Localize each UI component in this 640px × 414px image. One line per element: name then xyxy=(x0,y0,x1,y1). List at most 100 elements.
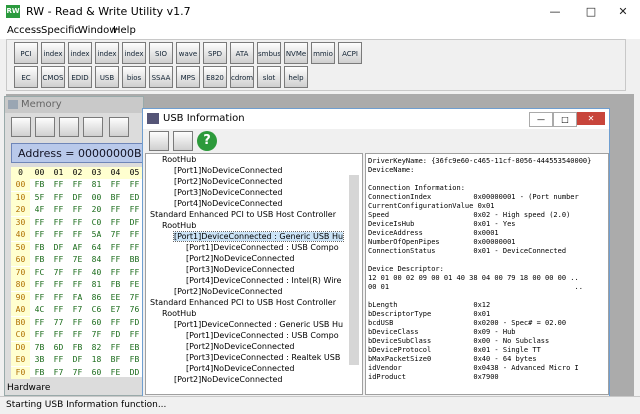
hex-cell[interactable]: 20 xyxy=(87,204,106,216)
tool-row1-11-icon[interactable]: mmio xyxy=(311,42,335,64)
tree-node[interactable]: [Port2]NoDeviceConnected xyxy=(146,374,362,385)
hex-cell[interactable]: AF xyxy=(68,242,87,254)
usb-device-tree[interactable]: RootHub [Port1]NoDeviceConnected [Port2]No… xyxy=(145,153,363,395)
hex-cell[interactable]: FF xyxy=(30,317,49,329)
hex-cell[interactable]: 7E xyxy=(68,254,87,266)
tool-row1-8-icon[interactable]: ATA xyxy=(230,42,254,64)
tool-row1-2-icon[interactable]: index xyxy=(68,42,92,64)
hex-cell[interactable]: 40 xyxy=(87,267,106,279)
usb-close-button[interactable]: ✕ xyxy=(577,112,605,125)
tree-node[interactable]: [Port2]NoDeviceConnected xyxy=(146,253,362,264)
hex-cell[interactable]: 4C xyxy=(30,304,49,316)
tool-row1-4-icon[interactable]: index xyxy=(122,42,146,64)
maximize-button[interactable]: □ xyxy=(574,0,608,23)
hex-cell[interactable]: 7F xyxy=(106,229,125,241)
tool-row2-3-icon[interactable]: USB xyxy=(95,66,119,88)
hex-cell[interactable]: FB xyxy=(68,342,87,354)
memory-tool-binoculars-icon[interactable] xyxy=(109,117,129,137)
tree-node[interactable]: [Port1]DeviceConnected : USB Compo xyxy=(146,242,362,253)
hex-cell[interactable]: 60 xyxy=(87,367,106,379)
tree-node[interactable]: RootHub xyxy=(146,308,362,319)
tree-node[interactable]: [Port1]DeviceConnected : Generic USB Hu xyxy=(146,319,362,330)
hex-cell[interactable]: 18 xyxy=(87,354,106,366)
hex-cell[interactable]: FF xyxy=(49,279,68,291)
hex-cell[interactable]: 7B xyxy=(30,342,49,354)
hex-cell[interactable]: 7F xyxy=(68,367,87,379)
hex-cell[interactable]: E7 xyxy=(106,304,125,316)
hex-cell[interactable]: FB xyxy=(106,279,125,291)
tool-row2-8-icon[interactable]: cdrom xyxy=(230,66,254,88)
tool-row2-0-icon[interactable]: EC xyxy=(14,66,38,88)
menu-window[interactable]: Window xyxy=(78,25,117,36)
tool-row2-7-icon[interactable]: E820 xyxy=(203,66,227,88)
tree-node[interactable]: RootHub xyxy=(146,154,362,165)
hex-cell[interactable]: F7 xyxy=(49,367,68,379)
hex-cell[interactable]: FF xyxy=(30,329,49,341)
hex-cell[interactable]: EE xyxy=(106,292,125,304)
usb-maximize-button[interactable]: □ xyxy=(553,112,577,127)
hex-cell[interactable]: FF xyxy=(30,292,49,304)
hex-cell[interactable]: FF xyxy=(49,292,68,304)
hex-cell[interactable]: FF xyxy=(106,242,125,254)
close-button[interactable]: ✕ xyxy=(606,0,640,23)
tool-row1-12-icon[interactable]: ACPI xyxy=(338,42,362,64)
hex-cell[interactable]: FE xyxy=(106,367,125,379)
address-field[interactable]: Address = 00000000BF5 xyxy=(11,143,143,163)
tree-node[interactable]: [Port3]DeviceConnected : Realtek USB xyxy=(146,352,362,363)
hex-cell[interactable]: DF xyxy=(68,192,87,204)
tool-row2-5-icon[interactable]: SSAA xyxy=(149,66,173,88)
tree-node[interactable]: [Port2]NoDeviceConnected xyxy=(146,286,362,297)
hex-cell[interactable]: 3B xyxy=(30,354,49,366)
hex-cell[interactable]: FF xyxy=(106,317,125,329)
hex-cell[interactable]: 81 xyxy=(87,279,106,291)
hex-cell[interactable]: FF xyxy=(68,279,87,291)
tree-node[interactable]: [Port2]NoDeviceConnected xyxy=(146,176,362,187)
tree-node[interactable]: RootHub xyxy=(146,220,362,231)
hex-cell[interactable]: FF xyxy=(106,342,125,354)
tree-node[interactable]: Standard Enhanced PCI to USB Host Contro… xyxy=(146,297,362,308)
hex-cell[interactable]: FF xyxy=(106,217,125,229)
usb-tool-save-icon[interactable] xyxy=(173,131,193,151)
tool-row1-10-icon[interactable]: NVMe xyxy=(284,42,308,64)
menu-help[interactable]: Help xyxy=(113,25,136,36)
tree-node[interactable]: [Port4]NoDeviceConnected xyxy=(146,363,362,374)
hex-cell[interactable]: FF xyxy=(49,179,68,191)
hex-cell[interactable]: 5F xyxy=(30,192,49,204)
hex-cell[interactable]: FF xyxy=(30,279,49,291)
hex-cell[interactable]: FF xyxy=(68,204,87,216)
tree-node[interactable]: [Port3]NoDeviceConnected xyxy=(146,187,362,198)
tree-node[interactable]: [Port4]NoDeviceConnected xyxy=(146,198,362,209)
tool-row1-6-icon[interactable]: wave xyxy=(176,42,200,64)
hex-cell[interactable]: FF xyxy=(49,354,68,366)
hex-cell[interactable]: 7F xyxy=(49,267,68,279)
hex-cell[interactable]: FF xyxy=(30,229,49,241)
tool-row1-5-icon[interactable]: SIO xyxy=(149,42,173,64)
tool-row1-1-icon[interactable]: index xyxy=(41,42,65,64)
tree-node[interactable]: [Port1]NoDeviceConnected xyxy=(146,165,362,176)
tree-node[interactable]: [Port1]DeviceConnected : USB Compo xyxy=(146,330,362,341)
hex-cell[interactable]: FF xyxy=(68,329,87,341)
hex-cell[interactable]: 86 xyxy=(87,292,106,304)
hex-cell[interactable]: FF xyxy=(49,304,68,316)
tree-node[interactable]: [Port3]NoDeviceConnected xyxy=(146,264,362,275)
memory-tool-save-icon[interactable] xyxy=(59,117,79,137)
hex-cell[interactable]: FF xyxy=(49,329,68,341)
memory-tool-bin-icon[interactable] xyxy=(35,117,55,137)
usb-tool-chip-icon[interactable] xyxy=(149,131,169,151)
hex-cell[interactable]: BF xyxy=(106,192,125,204)
menu-specific[interactable]: Specific xyxy=(41,25,80,36)
hex-cell[interactable]: FF xyxy=(68,179,87,191)
hex-cell[interactable]: FF xyxy=(49,204,68,216)
hex-cell[interactable]: 82 xyxy=(87,342,106,354)
hex-cell[interactable]: 00 xyxy=(87,192,106,204)
hex-cell[interactable]: 4F xyxy=(30,204,49,216)
tool-row2-9-icon[interactable]: slot xyxy=(257,66,281,88)
tool-row2-6-icon[interactable]: MPS xyxy=(176,66,200,88)
hex-cell[interactable]: DF xyxy=(49,242,68,254)
hex-cell[interactable]: C6 xyxy=(87,304,106,316)
tool-row2-2-icon[interactable]: EDID xyxy=(68,66,92,88)
hex-cell[interactable]: FF xyxy=(49,217,68,229)
hex-cell[interactable]: 64 xyxy=(87,242,106,254)
hex-cell[interactable]: FF xyxy=(68,229,87,241)
hex-cell[interactable]: FB xyxy=(30,179,49,191)
